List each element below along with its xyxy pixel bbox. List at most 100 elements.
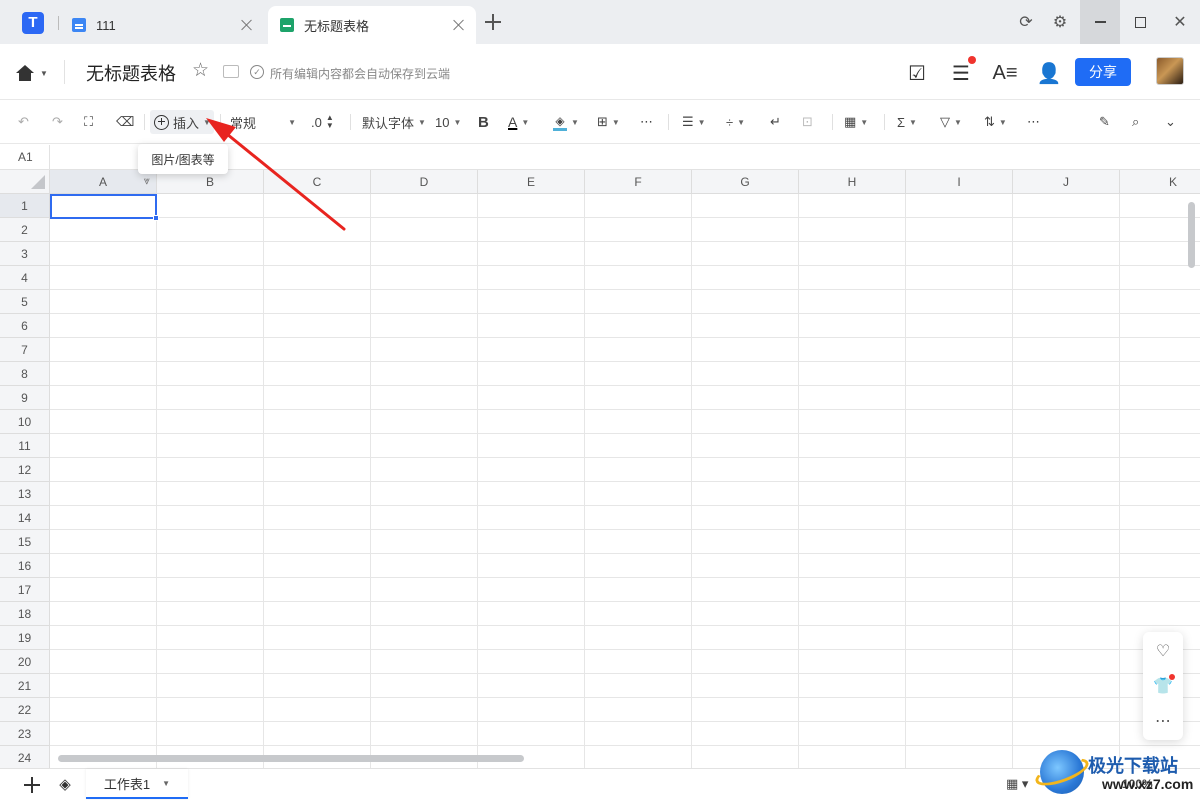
- merge-cells-icon[interactable]: ⊡: [802, 110, 813, 134]
- heart-icon[interactable]: ♡: [1143, 636, 1183, 666]
- column-header[interactable]: E: [478, 170, 585, 194]
- star-icon[interactable]: ☆: [192, 60, 209, 82]
- more-icon[interactable]: ⋯: [1143, 706, 1183, 736]
- column-header[interactable]: C: [264, 170, 371, 194]
- more-icon[interactable]: ⋯: [1027, 110, 1040, 134]
- row-header[interactable]: 21: [0, 674, 50, 698]
- fill-color-button[interactable]: ◈ ▼: [553, 110, 579, 134]
- selected-cell[interactable]: [50, 194, 157, 219]
- select-all-corner[interactable]: [0, 170, 50, 194]
- row-header[interactable]: 18: [0, 602, 50, 626]
- vertical-scrollbar[interactable]: [1188, 202, 1195, 268]
- sum-button[interactable]: Σ ▼: [897, 110, 917, 134]
- sheet-tab[interactable]: 工作表1 ▼: [86, 769, 188, 799]
- minimize-button[interactable]: [1080, 0, 1120, 44]
- window-close-button[interactable]: ✕: [1160, 0, 1200, 44]
- borders-button[interactable]: ⊞ ▼: [597, 110, 620, 134]
- plus-circle-icon: [154, 114, 169, 130]
- row-header[interactable]: 20: [0, 650, 50, 674]
- row-header[interactable]: 13: [0, 482, 50, 506]
- font-color-button[interactable]: A ▼: [508, 110, 529, 134]
- row-header[interactable]: 3: [0, 242, 50, 266]
- close-icon[interactable]: [240, 18, 254, 32]
- eraser-icon[interactable]: ⌫: [116, 110, 134, 134]
- column-header[interactable]: F: [585, 170, 692, 194]
- browser-tab-bar: T 111 无标题表格 ⟳ ⚙ ✕: [0, 0, 1200, 44]
- column-header[interactable]: J: [1013, 170, 1120, 194]
- chevron-down-icon: ▼: [453, 117, 462, 127]
- sort-button[interactable]: ⇅ ▼: [984, 110, 1007, 134]
- number-format-select[interactable]: 常规 ▼: [230, 110, 296, 134]
- row-header[interactable]: 11: [0, 434, 50, 458]
- column-menu-icon[interactable]: ⩔: [144, 175, 150, 188]
- layers-icon[interactable]: ◈: [56, 776, 74, 794]
- column-header[interactable]: G: [692, 170, 799, 194]
- shirt-skin-icon[interactable]: 👕: [1143, 671, 1183, 701]
- column-header[interactable]: K: [1120, 170, 1200, 194]
- fill-handle[interactable]: [153, 215, 159, 221]
- font-family-select[interactable]: 默认字体 ▼: [362, 110, 426, 134]
- view-mode-button[interactable]: ▦ ▾: [1006, 776, 1028, 792]
- row-header[interactable]: 10: [0, 410, 50, 434]
- row-header[interactable]: 4: [0, 266, 50, 290]
- row-header[interactable]: 23: [0, 722, 50, 746]
- home-button[interactable]: ▼: [16, 62, 50, 84]
- more-icon[interactable]: ⋯: [640, 110, 653, 134]
- close-icon[interactable]: [452, 18, 466, 32]
- maximize-button[interactable]: [1120, 0, 1160, 44]
- chevron-down-icon[interactable]: ⌄: [1165, 110, 1176, 134]
- row-header[interactable]: 15: [0, 530, 50, 554]
- bold-button[interactable]: B: [478, 110, 489, 134]
- redo-icon[interactable]: ↷: [52, 110, 63, 134]
- row-header[interactable]: 14: [0, 506, 50, 530]
- row-header[interactable]: 1: [0, 194, 50, 218]
- conditional-format-button[interactable]: ▦ ▼: [844, 110, 868, 134]
- row-header[interactable]: 8: [0, 362, 50, 386]
- filter-icon: ▽: [940, 114, 950, 129]
- avatar[interactable]: [1156, 57, 1184, 85]
- tab-111[interactable]: 111: [64, 6, 264, 44]
- row-header[interactable]: 16: [0, 554, 50, 578]
- row-header[interactable]: 7: [0, 338, 50, 362]
- decimal-stepper[interactable]: .0 ▲ ▼: [311, 110, 334, 134]
- column-header[interactable]: H: [799, 170, 906, 194]
- search-icon[interactable]: ⌕: [1132, 110, 1139, 134]
- undo-icon[interactable]: ↶: [18, 110, 29, 134]
- paint-brush-icon[interactable]: ✎: [1099, 110, 1110, 134]
- move-to-folder-icon[interactable]: [223, 65, 239, 78]
- row-header[interactable]: 2: [0, 218, 50, 242]
- row-header[interactable]: 19: [0, 626, 50, 650]
- spreadsheet-grid[interactable]: A ⩔ B C D E F G H I J K 1 2 3 4 5 6 7 8 9 10 11 12 13 14 15 16 17 18…: [0, 170, 1200, 768]
- row-header[interactable]: 5: [0, 290, 50, 314]
- add-sheet-plus-icon[interactable]: [22, 775, 42, 795]
- wrap-text-icon[interactable]: ↵: [770, 110, 781, 134]
- font-size-select[interactable]: 10 ▼: [435, 110, 461, 134]
- task-check-icon[interactable]: ☑: [904, 60, 930, 86]
- doc-title[interactable]: 无标题表格: [86, 60, 176, 86]
- vertical-align-button[interactable]: ÷ ▼: [726, 110, 745, 134]
- row-header[interactable]: 17: [0, 578, 50, 602]
- horizontal-scrollbar[interactable]: [58, 755, 524, 762]
- app-logo-icon[interactable]: T: [22, 12, 44, 34]
- insert-button[interactable]: 插入 ▼: [150, 110, 214, 134]
- font-style-icon[interactable]: A≡: [992, 60, 1018, 86]
- cell-reference[interactable]: A1: [0, 145, 50, 170]
- column-header[interactable]: D: [371, 170, 478, 194]
- align-left-icon: ☰: [682, 114, 694, 129]
- new-tab-plus-icon[interactable]: [484, 13, 502, 31]
- chevron-down-icon: ▼: [954, 117, 962, 127]
- align-button[interactable]: ☰ ▼: [682, 110, 706, 134]
- column-header[interactable]: I: [906, 170, 1013, 194]
- row-header[interactable]: 6: [0, 314, 50, 338]
- row-header[interactable]: 9: [0, 386, 50, 410]
- row-header[interactable]: 24: [0, 746, 50, 768]
- add-user-icon[interactable]: 👤: [1036, 60, 1062, 86]
- share-button[interactable]: 分享: [1075, 58, 1131, 86]
- filter-button[interactable]: ▽ ▼: [940, 110, 962, 134]
- row-header[interactable]: 12: [0, 458, 50, 482]
- cell-area[interactable]: [50, 194, 1200, 768]
- row-header[interactable]: 22: [0, 698, 50, 722]
- tab-untitled-sheet[interactable]: 无标题表格: [268, 6, 476, 44]
- gear-icon[interactable]: ⚙: [1040, 0, 1080, 44]
- format-painter-icon[interactable]: ⛶: [84, 110, 93, 134]
